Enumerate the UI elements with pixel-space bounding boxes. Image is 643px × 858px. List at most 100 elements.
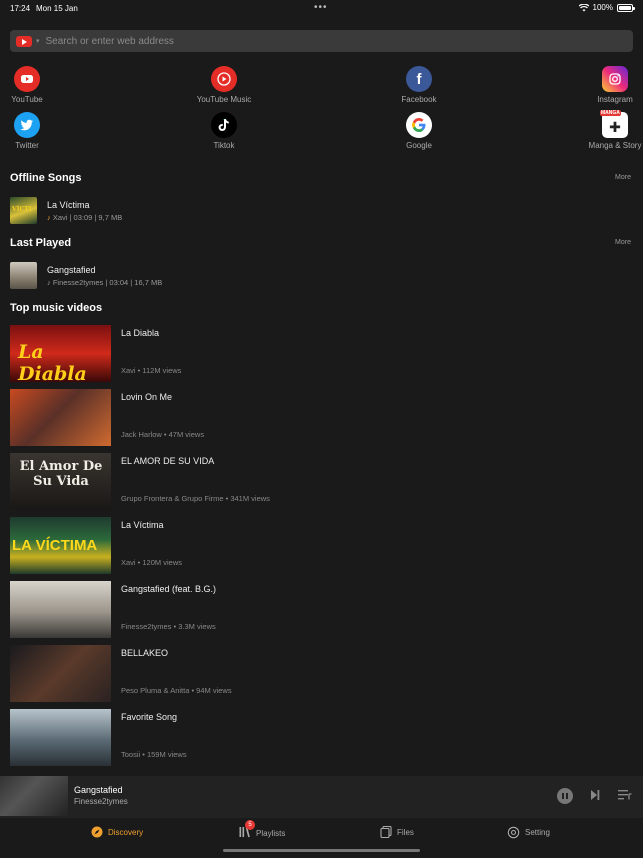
pause-button[interactable] xyxy=(557,788,573,804)
shortcut-label: Instagram xyxy=(597,95,633,104)
video-title: Lovin On Me xyxy=(121,392,173,402)
video-cover-text: LA VÍCTIMA xyxy=(12,537,98,554)
tab-discovery[interactable]: Discovery xyxy=(91,826,143,838)
shortcut-label: Tiktok xyxy=(213,141,235,150)
song-meta: ♪ Xavi | 03:09 | 9,7 MB xyxy=(47,213,123,222)
shortcut-label: YouTube xyxy=(11,95,43,104)
offline-song-row[interactable]: VÍCTI La Víctima ♪ Xavi | 03:09 | 9,7 MB xyxy=(10,197,610,225)
video-row[interactable]: Gangstafied (feat. B.G.) Finesse2tymes •… xyxy=(10,581,630,639)
shortcut-twitter[interactable]: Twitter xyxy=(0,112,62,150)
tab-label: Playlists xyxy=(256,828,286,838)
gear-icon xyxy=(507,826,520,839)
tab-files[interactable]: Files xyxy=(380,826,414,838)
song-thumbnail xyxy=(10,262,37,289)
instagram-icon xyxy=(602,66,628,92)
video-thumbnail xyxy=(10,645,111,702)
section-title-top-videos: Top music videos xyxy=(10,302,103,314)
last-played-song-row[interactable]: Gangstafied ♪ Finesse2tymes | 03:04 | 16… xyxy=(10,262,610,290)
playlists-badge: 5 xyxy=(245,820,255,830)
song-meta: ♪ Finesse2tymes | 03:04 | 16,7 MB xyxy=(47,278,163,287)
files-icon xyxy=(380,826,392,838)
battery-percent: 100% xyxy=(592,3,613,12)
video-title: La Diabla xyxy=(121,328,160,338)
video-title: Gangstafied (feat. B.G.) xyxy=(121,584,217,594)
mini-player[interactable]: Gangstafied Finesse2tymes xyxy=(0,776,643,818)
battery-icon xyxy=(617,3,635,12)
status-time: 17:24 xyxy=(10,4,31,13)
tab-label: Discovery xyxy=(108,827,144,837)
shortcut-label: YouTube Music xyxy=(196,95,252,104)
section-title-offline: Offline Songs xyxy=(10,172,82,184)
video-thumbnail xyxy=(10,389,111,446)
video-cover-text: La Diabla xyxy=(18,341,87,382)
music-note-icon: ♪ xyxy=(47,278,51,287)
shortcut-label: Twitter xyxy=(15,141,39,150)
video-meta: Finesse2tymes • 3.3M views xyxy=(121,622,216,631)
skip-next-icon[interactable] xyxy=(590,789,600,801)
video-thumbnail: El Amor De Su Vida xyxy=(10,453,111,510)
multitask-dots-icon[interactable]: ••• xyxy=(314,2,328,13)
video-thumbnail xyxy=(10,581,111,638)
tab-playlists[interactable]: 5 Playlists xyxy=(239,820,286,840)
now-playing-artist: Finesse2tymes xyxy=(74,797,128,806)
video-meta: Peso Pluma & Anitta • 94M views xyxy=(121,686,232,695)
search-input[interactable]: Search or enter web address xyxy=(46,36,174,47)
video-title: BELLAKEO xyxy=(121,648,169,658)
chevron-down-icon[interactable]: ▾ xyxy=(36,37,40,45)
facebook-icon: f xyxy=(406,66,432,92)
shortcut-facebook[interactable]: f Facebook xyxy=(384,66,454,104)
tiktok-icon xyxy=(211,112,237,138)
compass-icon xyxy=(91,826,103,838)
google-icon xyxy=(406,112,432,138)
status-date: Mon 15 Jan xyxy=(36,4,78,13)
section-title-last-played: Last Played xyxy=(10,237,72,249)
video-meta: Xavi • 112M views xyxy=(121,366,182,375)
song-thumbnail: VÍCTI xyxy=(10,197,37,224)
video-row[interactable]: BELLAKEO Peso Pluma & Anitta • 94M views xyxy=(10,645,630,703)
video-cover-text: El Amor De Su Vida xyxy=(19,459,103,489)
video-title: EL AMOR DE SU VIDA xyxy=(121,456,215,466)
shortcut-manga[interactable]: MANGA ✚ Manga & Story xyxy=(580,110,643,150)
tab-setting[interactable]: Setting xyxy=(507,826,550,839)
offline-more-link[interactable]: More xyxy=(615,174,631,181)
now-playing-title: Gangstafied xyxy=(74,785,123,795)
shortcut-tiktok[interactable]: Tiktok xyxy=(189,112,259,150)
video-row[interactable]: LA VÍCTIMA La Víctima Xavi • 120M views xyxy=(10,517,630,575)
wifi-icon xyxy=(578,3,589,11)
video-thumbnail: La Diabla xyxy=(10,325,111,382)
twitter-icon xyxy=(14,112,40,138)
shortcut-label: Google xyxy=(406,141,432,150)
shortcut-label: Facebook xyxy=(401,95,437,104)
shortcut-instagram[interactable]: Instagram xyxy=(580,66,643,104)
shortcut-youtube[interactable]: YouTube xyxy=(0,66,62,104)
shortcut-google[interactable]: Google xyxy=(384,112,454,150)
tab-label: Setting xyxy=(525,828,550,837)
shortcut-youtube-music[interactable]: YouTube Music xyxy=(189,66,259,104)
last-played-more-link[interactable]: More xyxy=(615,239,631,246)
home-indicator[interactable] xyxy=(223,849,420,852)
youtube-icon xyxy=(14,66,40,92)
shortcut-label: Manga & Story xyxy=(588,141,642,150)
manga-icon: MANGA ✚ xyxy=(600,110,628,138)
video-title: La Víctima xyxy=(121,520,164,530)
video-thumbnail: LA VÍCTIMA xyxy=(10,517,111,574)
song-title: La Víctima xyxy=(47,200,90,210)
video-meta: Xavi • 120M views xyxy=(121,558,182,567)
video-row[interactable]: Favorite Song Toosii • 159M views xyxy=(10,709,630,767)
video-title: Favorite Song xyxy=(121,712,178,722)
video-row[interactable]: La Diabla La Diabla Xavi • 112M views xyxy=(10,325,630,383)
search-bar[interactable]: ▾ Search or enter web address xyxy=(10,30,633,52)
tab-label: Files xyxy=(397,827,414,837)
video-meta: Grupo Frontera & Grupo Firme • 341M view… xyxy=(121,494,270,503)
queue-icon[interactable] xyxy=(618,789,632,801)
video-row[interactable]: Lovin On Me Jack Harlow • 47M views xyxy=(10,389,630,447)
video-row[interactable]: El Amor De Su Vida EL AMOR DE SU VIDA Gr… xyxy=(10,453,630,511)
video-thumbnail xyxy=(10,709,111,766)
tab-bar: Discovery 5 Playlists Files Setting xyxy=(0,818,643,858)
music-note-icon: ♪ xyxy=(47,213,51,222)
youtube-music-icon xyxy=(211,66,237,92)
youtube-source-icon[interactable] xyxy=(16,35,32,47)
video-meta: Toosii • 159M views xyxy=(121,750,187,759)
now-playing-thumbnail xyxy=(0,776,68,816)
status-bar: 17:24 Mon 15 Jan ••• 100% xyxy=(0,0,643,18)
